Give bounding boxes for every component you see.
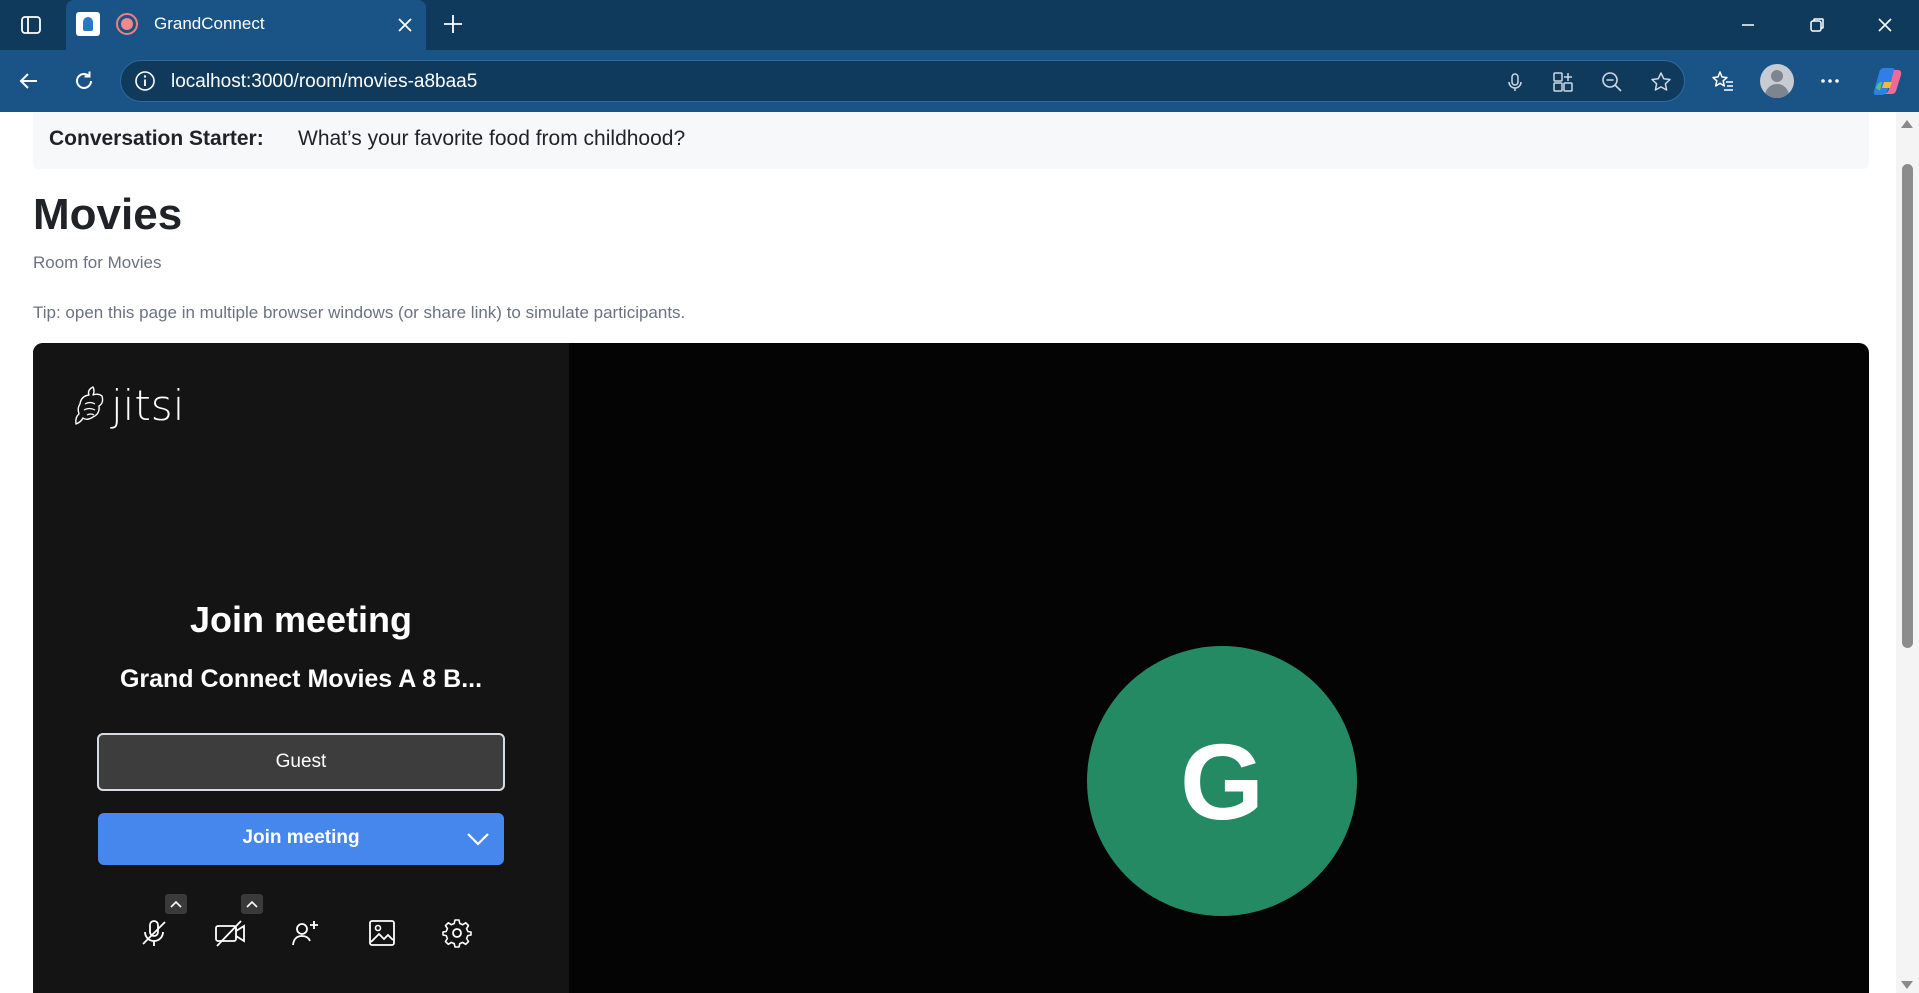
back-button[interactable] <box>12 64 46 98</box>
reload-button[interactable] <box>67 64 101 98</box>
display-name-input[interactable] <box>97 733 505 791</box>
apps-icon[interactable] <box>1550 69 1576 95</box>
plus-icon <box>444 15 462 33</box>
browser-tab-active[interactable]: GrandConnect <box>66 0 426 50</box>
scroll-down-arrow-icon[interactable] <box>1901 981 1913 989</box>
tab-title: GrandConnect <box>154 14 265 33</box>
tab-close-icon[interactable] <box>390 10 420 40</box>
camera-off-icon <box>215 920 245 947</box>
address-bar[interactable]: localhost:3000/room/movies-a8baa5 <box>120 60 1685 102</box>
scroll-up-arrow-icon[interactable] <box>1901 120 1913 128</box>
join-meeting-button-label: Join meeting <box>242 827 360 848</box>
more-options-icon[interactable] <box>1813 64 1847 98</box>
join-meeting-title: Join meeting <box>189 599 413 640</box>
back-arrow-icon <box>19 73 37 89</box>
reload-icon <box>76 71 92 89</box>
new-tab-button[interactable] <box>437 8 469 40</box>
browser-toolbar: localhost:3000/room/movies-a8baa5 <box>0 50 1919 112</box>
url-text[interactable]: localhost:3000/room/movies-a8baa5 <box>171 71 477 93</box>
mute-microphone-button[interactable] <box>134 913 174 953</box>
page-content: Conversation Starter: What’s your favori… <box>6 112 1896 993</box>
microphone-off-icon <box>142 920 166 946</box>
conversation-starter-banner: Conversation Starter: What’s your favori… <box>33 112 1869 169</box>
add-person-icon <box>292 921 318 946</box>
jitsi-logo: jitsi <box>73 381 184 430</box>
invite-people-button[interactable] <box>286 913 326 953</box>
image-icon <box>369 920 395 946</box>
recording-icon <box>116 13 138 35</box>
tab-actions-icon[interactable] <box>16 10 46 40</box>
camera-toggle-button[interactable] <box>210 913 250 953</box>
join-meeting-button[interactable]: Join meeting <box>98 813 504 865</box>
page-scrollbar[interactable] <box>1896 112 1919 993</box>
profile-avatar[interactable] <box>1760 64 1794 98</box>
conversation-starter-label: Conversation Starter: <box>49 127 264 150</box>
copilot-icon[interactable] <box>1870 64 1904 98</box>
favorite-star-icon[interactable] <box>1648 69 1674 95</box>
favorites-icon[interactable] <box>1706 64 1740 98</box>
scrollbar-thumb[interactable] <box>1902 164 1913 648</box>
gear-icon <box>442 919 472 948</box>
microphone-icon[interactable] <box>1502 69 1528 95</box>
camera-options-caret-icon[interactable] <box>241 894 263 914</box>
restore-button[interactable] <box>1800 8 1834 42</box>
participant-avatar: G <box>1087 646 1357 916</box>
room-title: Movies <box>33 190 183 239</box>
jitsi-logo-text: jitsi <box>111 381 185 430</box>
join-options-chevron-icon[interactable] <box>464 825 492 853</box>
zoom-out-icon[interactable] <box>1599 69 1625 95</box>
meeting-name: Grand Connect Movies A 8 B... <box>119 665 483 693</box>
settings-button[interactable] <box>437 913 477 953</box>
browser-tab-bar: GrandConnect <box>0 0 1919 50</box>
virtual-background-button[interactable] <box>362 913 402 953</box>
close-window-button[interactable] <box>1868 8 1902 42</box>
site-info-icon[interactable] <box>133 69 157 93</box>
microphone-options-caret-icon[interactable] <box>165 894 187 914</box>
minimize-button[interactable] <box>1731 8 1765 42</box>
tip-text: Tip: open this page in multiple browser … <box>33 303 686 322</box>
room-description: Room for Movies <box>33 253 162 272</box>
jitsi-meeting-frame: jitsi Join meeting Grand Connect Movies … <box>33 343 1869 993</box>
conversation-starter-prompt: What’s your favorite food from childhood… <box>298 127 686 150</box>
jitsi-logo-icon <box>75 385 104 425</box>
avatar-initial: G <box>1179 720 1264 842</box>
app-favicon-icon <box>76 12 100 36</box>
prejoin-panel: jitsi Join meeting Grand Connect Movies … <box>33 343 569 993</box>
